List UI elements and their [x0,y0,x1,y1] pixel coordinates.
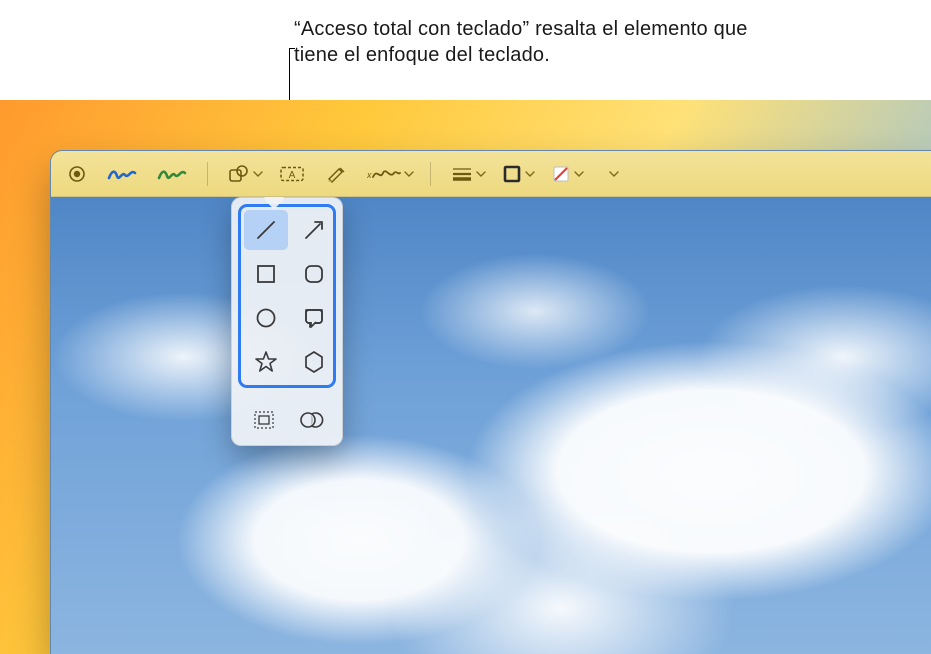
image-canvas[interactable] [51,197,931,654]
shape-arrow[interactable] [292,210,336,250]
mask-icon [298,409,324,431]
shape-rounded-rectangle[interactable] [292,254,336,294]
markup-toolbar: A x [51,151,931,197]
rect-icon [253,261,279,287]
circle-dot-icon [68,165,86,183]
draw-sketch-button[interactable] [149,158,195,190]
tool-mask[interactable] [289,403,333,437]
text-style-button[interactable] [592,158,628,190]
scribble-green-icon [157,165,187,183]
shape-speech-bubble[interactable] [292,298,336,338]
square-outline-icon [502,164,522,184]
line-icon [253,217,279,243]
callout-annotation: “Acceso total con teclado” resalta el el… [0,10,931,100]
svg-text:A: A [289,170,296,181]
shapes-icon [228,164,250,184]
arrow-icon [301,217,327,243]
shape-ellipse[interactable] [244,298,288,338]
signature-icon: x [367,165,401,183]
desktop-background: A x [0,100,931,654]
shapes-extras-row [238,398,336,439]
sign-button[interactable]: x [359,158,418,190]
loupe-select-icon [252,409,276,431]
roundrect-icon [301,261,327,287]
record-button[interactable] [59,158,95,190]
canvas-image-clouds [51,197,931,654]
chevron-down-icon [525,171,535,177]
callout-text: “Acceso total con teclado” resalta el el… [294,16,794,68]
star-icon [253,349,279,375]
preview-window: A x [50,150,931,654]
chevron-down-icon [253,171,263,177]
chevron-down-icon [574,171,584,177]
fill-color-button[interactable] [543,158,588,190]
svg-text:x: x [367,170,372,180]
hexagon-icon [301,349,327,375]
draw-freehand-button[interactable] [99,158,145,190]
scribble-blue-icon [107,165,137,183]
lines-icon [451,166,473,182]
shape-hexagon[interactable] [292,342,336,382]
shape-star[interactable] [244,342,288,382]
chevron-down-icon [476,171,486,177]
toolbar-separator [207,162,208,186]
speech-icon [301,305,327,331]
chevron-down-icon [404,171,414,177]
toolbar-separator [430,162,431,186]
stroke-color-button[interactable] [494,158,539,190]
circle-icon [253,305,279,331]
shapes-popover [231,197,343,446]
shapes-grid [244,210,330,382]
square-slash-icon [551,164,571,184]
chevron-down-icon [609,171,619,177]
highlight-button[interactable] [317,158,355,190]
keyboard-focus-ring [238,204,336,388]
highlighter-icon [325,164,347,184]
tool-loupe[interactable] [242,403,286,437]
textbox-button[interactable]: A [271,158,313,190]
shape-rectangle[interactable] [244,254,288,294]
shapes-button[interactable] [220,158,267,190]
textbox-icon: A [279,165,305,183]
stroke-style-button[interactable] [443,158,490,190]
shape-line[interactable] [244,210,288,250]
